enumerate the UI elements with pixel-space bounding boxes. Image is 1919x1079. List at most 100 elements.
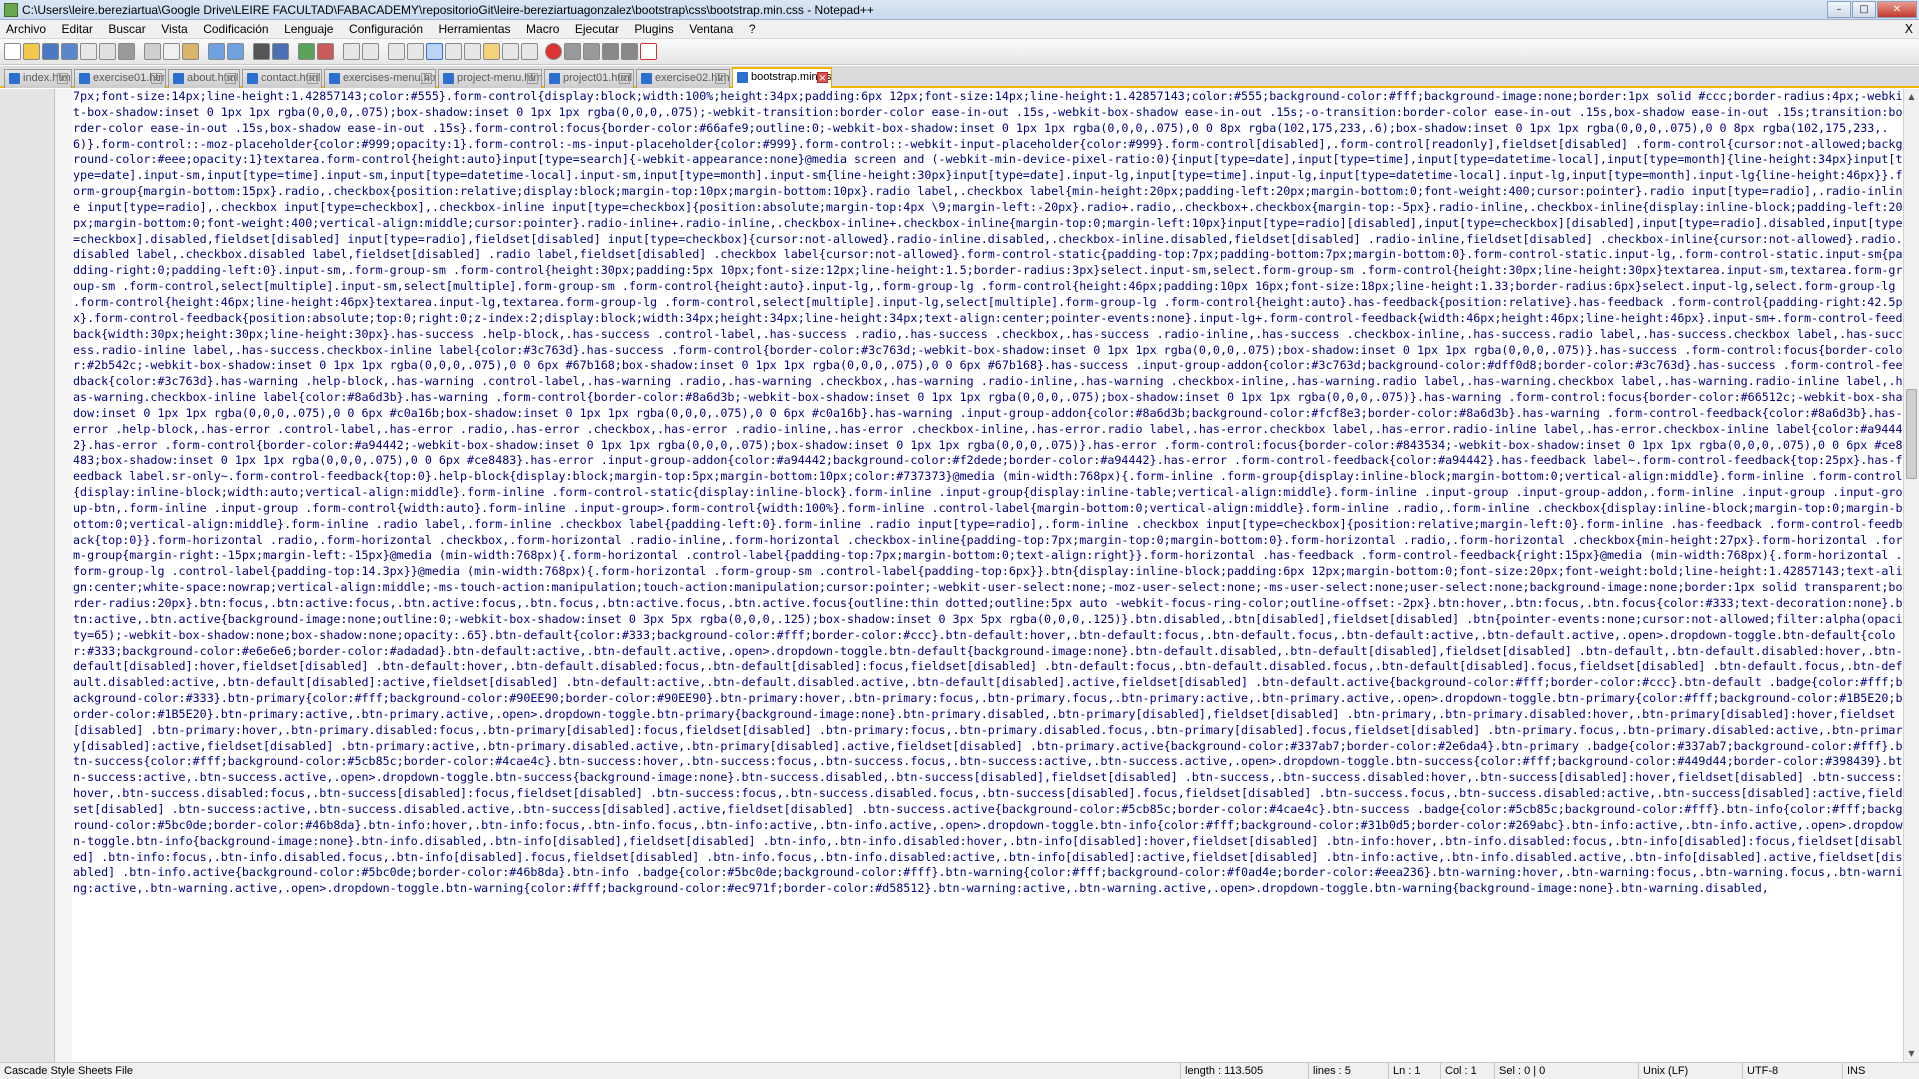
run-macro-multiple-icon[interactable] <box>602 43 619 60</box>
doc-map-icon[interactable] <box>464 43 481 60</box>
notepadpp-icon <box>4 3 18 17</box>
status-col: Col : 1 <box>1440 1063 1494 1079</box>
title-bar: C:\Users\leire.bereziartua\Google Drive\… <box>0 0 1919 20</box>
menu-plugins[interactable]: Plugins <box>628 20 679 39</box>
redo-icon[interactable] <box>227 43 244 60</box>
file-icon <box>737 72 748 83</box>
file-icon <box>9 73 20 84</box>
tab-contact-html[interactable]: contact.html ✕ <box>242 69 322 88</box>
paste-icon[interactable] <box>182 43 199 60</box>
tab-project-menu-html[interactable]: project-menu.html ✕ <box>438 69 542 88</box>
show-all-chars-icon[interactable] <box>407 43 424 60</box>
menu-codificacion[interactable]: Codificación <box>197 20 274 39</box>
tab-exercise02-html[interactable]: exercise02.html ✕ <box>636 69 730 88</box>
vertical-scrollbar[interactable]: ▲ ▼ <box>1903 89 1919 1062</box>
new-file-icon[interactable] <box>4 43 21 60</box>
tab-bootstrap-min-css[interactable]: bootstrap.min.css ✕ <box>732 67 832 88</box>
function-list-icon[interactable] <box>483 43 500 60</box>
file-icon <box>443 73 454 84</box>
tab-index-html[interactable]: index.html ✕ <box>4 69 72 88</box>
stop-macro-icon[interactable] <box>564 43 581 60</box>
spell-check-icon[interactable] <box>640 43 657 60</box>
menu-herramientas[interactable]: Herramientas <box>433 20 517 39</box>
status-eol: Unix (LF) <box>1638 1063 1742 1079</box>
file-icon <box>549 73 560 84</box>
udl-icon[interactable] <box>445 43 462 60</box>
menu-lenguaje[interactable]: Lenguaje <box>278 20 339 39</box>
tab-close-icon[interactable]: ✕ <box>57 73 68 84</box>
sync-vertical-icon[interactable] <box>343 43 360 60</box>
toolbar <box>0 39 1919 65</box>
monitoring-icon[interactable] <box>521 43 538 60</box>
editor-area: 7px;font-size:14px;line-height:1.4285714… <box>0 89 1919 1062</box>
menu-ventana[interactable]: Ventana <box>683 20 739 39</box>
code-text[interactable]: 7px;font-size:14px;line-height:1.4285714… <box>73 89 1903 1062</box>
status-length: length : 113.505 <box>1180 1063 1308 1079</box>
tab-close-icon[interactable]: ✕ <box>421 73 432 84</box>
file-icon <box>641 73 652 84</box>
line-number-gutter <box>0 89 55 1062</box>
status-lines: lines : 5 <box>1308 1063 1388 1079</box>
maximize-button[interactable]: □ <box>1852 1 1876 18</box>
menu-ejecutar[interactable]: Ejecutar <box>569 20 625 39</box>
copy-icon[interactable] <box>163 43 180 60</box>
file-icon <box>247 73 258 84</box>
file-icon <box>329 73 340 84</box>
close-all-icon[interactable] <box>99 43 116 60</box>
sync-horizontal-icon[interactable] <box>362 43 379 60</box>
tab-close-icon[interactable]: ✕ <box>715 73 726 84</box>
menu-macro[interactable]: Macro <box>520 20 565 39</box>
tab-close-icon[interactable]: ✕ <box>817 72 828 83</box>
close-file-icon[interactable] <box>80 43 97 60</box>
save-icon[interactable] <box>42 43 59 60</box>
save-all-icon[interactable] <box>61 43 78 60</box>
tab-project01-html[interactable]: project01.html ✕ <box>544 69 634 88</box>
status-encoding: UTF-8 <box>1742 1063 1842 1079</box>
open-file-icon[interactable] <box>23 43 40 60</box>
file-icon <box>173 73 184 84</box>
scroll-up-icon[interactable]: ▲ <box>1904 89 1919 105</box>
zoom-in-icon[interactable] <box>298 43 315 60</box>
tab-about-html[interactable]: about.html ✕ <box>168 69 240 88</box>
tab-close-icon[interactable]: ✕ <box>619 73 630 84</box>
window-title: C:\Users\leire.bereziartua\Google Drive\… <box>22 3 874 17</box>
menu-editar[interactable]: Editar <box>56 20 99 39</box>
cut-icon[interactable] <box>144 43 161 60</box>
zoom-out-icon[interactable] <box>317 43 334 60</box>
tab-close-icon[interactable]: ✕ <box>151 73 162 84</box>
print-icon[interactable] <box>118 43 135 60</box>
window-controls: – □ ✕ <box>1826 1 1917 18</box>
scroll-thumb[interactable] <box>1906 389 1917 479</box>
status-file-type: Cascade Style Sheets File <box>4 1065 134 1077</box>
fold-margin[interactable] <box>55 89 72 1062</box>
tab-close-icon[interactable]: ✕ <box>527 73 538 84</box>
close-document-icon[interactable]: X <box>1905 20 1913 39</box>
menu-configuracion[interactable]: Configuración <box>343 20 429 39</box>
record-macro-icon[interactable] <box>545 43 562 60</box>
indent-guide-icon[interactable] <box>426 43 443 60</box>
status-sel: Sel : 0 | 0 <box>1494 1063 1638 1079</box>
tab-exercises-menu-html[interactable]: exercises-menu.html ✕ <box>324 69 436 88</box>
menu-buscar[interactable]: Buscar <box>102 20 151 39</box>
replace-icon[interactable] <box>272 43 289 60</box>
file-icon <box>79 73 90 84</box>
play-macro-icon[interactable] <box>583 43 600 60</box>
save-macro-icon[interactable] <box>621 43 638 60</box>
scroll-down-icon[interactable]: ▼ <box>1904 1046 1919 1062</box>
tab-exercise01-html[interactable]: exercise01.html ✕ <box>74 69 166 88</box>
menu-archivo[interactable]: Archivo <box>0 20 52 39</box>
close-button[interactable]: ✕ <box>1877 1 1917 18</box>
menu-vista[interactable]: Vista <box>155 20 193 39</box>
menu-help[interactable]: ? <box>743 20 762 39</box>
menu-bar: Archivo Editar Buscar Vista Codificación… <box>0 20 1919 39</box>
tab-close-icon[interactable]: ✕ <box>307 73 318 84</box>
status-bar: Cascade Style Sheets File length : 113.5… <box>0 1062 1919 1079</box>
status-ln: Ln : 1 <box>1388 1063 1440 1079</box>
tab-bar: index.html ✕ exercise01.html ✕ about.html ✕… <box>0 66 1919 88</box>
tab-close-icon[interactable]: ✕ <box>225 73 236 84</box>
folder-workspace-icon[interactable] <box>502 43 519 60</box>
undo-icon[interactable] <box>208 43 225 60</box>
word-wrap-icon[interactable] <box>388 43 405 60</box>
find-icon[interactable] <box>253 43 270 60</box>
minimize-button[interactable]: – <box>1827 1 1851 18</box>
